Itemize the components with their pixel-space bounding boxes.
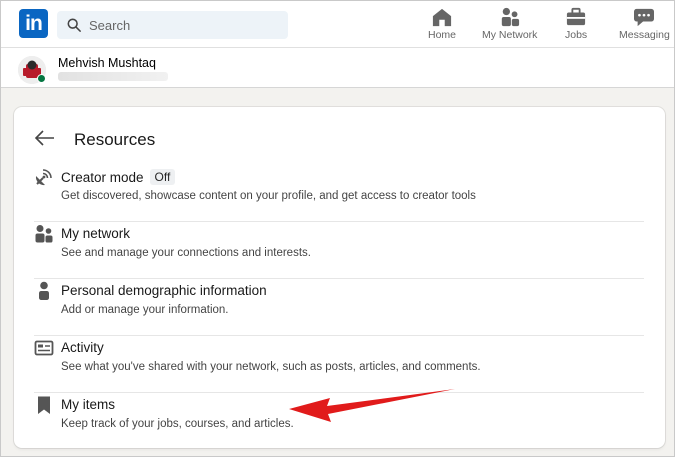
nav-my-network[interactable]: My Network: [482, 7, 537, 45]
resource-description: Get discovered, showcase content on your…: [61, 190, 476, 202]
home-icon: [432, 8, 452, 27]
resource-title: My network: [61, 226, 131, 241]
people-icon: [35, 225, 53, 243]
resource-personal-demographic-information[interactable]: Personal demographic information Add or …: [34, 279, 644, 336]
resource-creator-mode[interactable]: Creator mode Off Get discovered, showcas…: [34, 165, 644, 222]
resource-description: Add or manage your information.: [61, 304, 229, 316]
linkedin-logo[interactable]: in: [19, 9, 48, 38]
resource-description: See and manage your connections and inte…: [61, 247, 311, 259]
satellite-dish-icon: [35, 169, 52, 186]
back-arrow-icon[interactable]: [34, 129, 56, 147]
nav-my-network-label: My Network: [482, 29, 538, 41]
nav-jobs[interactable]: Jobs: [565, 7, 587, 45]
nav-messaging-label: Messaging: [619, 29, 670, 41]
resource-activity[interactable]: Activity See what you've shared with you…: [34, 336, 644, 393]
top-nav: in Home My Network Jobs: [1, 1, 674, 48]
presence-indicator: [37, 74, 46, 83]
activity-icon: [34, 340, 54, 356]
resource-my-network[interactable]: My network See and manage your connectio…: [34, 222, 644, 279]
nav-home[interactable]: Home: [428, 7, 456, 45]
resource-title: My items: [61, 397, 115, 412]
bookmark-icon: [38, 396, 50, 414]
resource-title: Creator mode Off: [61, 169, 176, 185]
profile-headline-redacted: [58, 72, 168, 81]
chat-icon: [634, 8, 655, 27]
profile-header: Mehvish Mushtaq: [1, 48, 674, 88]
nav-home-label: Home: [428, 29, 457, 41]
resources-title: Resources: [74, 130, 156, 149]
person-icon: [39, 281, 49, 300]
nav-messaging[interactable]: Messaging: [619, 7, 670, 45]
search-bar[interactable]: [57, 11, 288, 39]
profile-name[interactable]: Mehvish Mushtaq: [58, 56, 156, 70]
creator-mode-label: Creator mode: [61, 169, 144, 185]
annotation-arrow-icon: [289, 389, 455, 422]
people-icon: [501, 7, 519, 27]
search-input[interactable]: [89, 17, 269, 33]
nav-jobs-label: Jobs: [565, 29, 588, 41]
resource-title: Activity: [61, 340, 104, 355]
resource-description: See what you've shared with your network…: [61, 361, 481, 373]
search-icon: [67, 18, 81, 32]
resource-title: Personal demographic information: [61, 283, 267, 298]
creator-mode-status-badge: Off: [149, 169, 176, 185]
resource-description: Keep track of your jobs, courses, and ar…: [61, 418, 294, 430]
briefcase-icon: [567, 7, 586, 26]
